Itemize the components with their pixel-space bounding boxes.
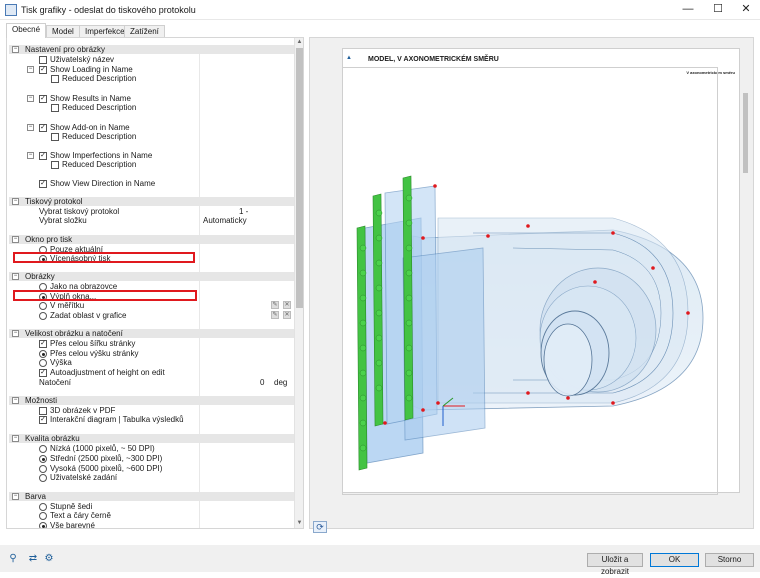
checkbox[interactable]: [39, 56, 47, 64]
checkbox[interactable]: ✓: [39, 340, 47, 348]
row-select-protocol[interactable]: Vybrat tiskový protokol 1 -: [9, 207, 295, 216]
title-bar: Tisk grafiky - odeslat do tiskového prot…: [0, 0, 760, 20]
bottom-bar: ⚲ ⇄ ⚙ Uložit a zobrazit OK Storno: [0, 545, 760, 576]
scroll-up-icon[interactable]: ▲: [295, 38, 303, 47]
tab-obecne[interactable]: Obecné: [6, 23, 47, 38]
row-show-loading: − ✓ Show Loading in Name: [27, 65, 133, 74]
row-reduced-2: Reduced Description: [9, 103, 295, 112]
radio[interactable]: [39, 445, 47, 453]
row-show-view-direction: ✓ Show View Direction in Name: [39, 179, 156, 188]
print-settings-icon[interactable]: ⚙: [42, 552, 56, 565]
preview-scrollbar[interactable]: [742, 63, 749, 508]
row-user-quality[interactable]: Uživatelské zadání: [9, 473, 295, 482]
checkbox[interactable]: ✓: [39, 95, 47, 103]
row-full-height[interactable]: Přes celou výšku stránky: [9, 349, 295, 358]
checkbox[interactable]: ✓: [39, 124, 47, 132]
row-scale[interactable]: V měřítku ✎ ✕: [9, 301, 295, 310]
cancel-button[interactable]: Storno: [705, 553, 754, 567]
maximize-button[interactable]: ☐: [704, 0, 732, 20]
edit-icon[interactable]: ✎: [271, 311, 279, 319]
close-button[interactable]: ✕: [732, 0, 760, 20]
row-height[interactable]: Výška: [9, 358, 295, 367]
section-nastaveni[interactable]: − Nastavení pro obrázky: [9, 45, 295, 54]
checkbox[interactable]: [51, 104, 59, 112]
row-black-lines[interactable]: Text a čáry černě: [9, 511, 295, 520]
row-autoadjust[interactable]: ✓ Autoadjustment of height on edit: [9, 368, 295, 377]
radio[interactable]: [39, 302, 47, 310]
settings-scrollbar[interactable]: ▲ ▼: [294, 38, 303, 528]
row-rotation[interactable]: Natočení 0 deg: [9, 378, 295, 387]
row-low-quality[interactable]: Nízká (1000 pixelů, ~ 50 DPI): [9, 444, 295, 453]
radio[interactable]: [39, 350, 47, 358]
refresh-button[interactable]: ⟳: [313, 521, 327, 533]
checkbox[interactable]: [51, 133, 59, 141]
tab-bar: Obecné Model Imperfekce Zatížení: [0, 22, 760, 38]
row-interaction-diagram[interactable]: ✓ Interakční diagram | Tabulka výsledků: [9, 415, 295, 424]
help-icon[interactable]: ⚲: [6, 552, 20, 565]
radio[interactable]: [39, 474, 47, 482]
model-drawing: [356, 175, 704, 471]
row-select-area[interactable]: Zadat oblast v grafice ✎ ✕: [9, 311, 295, 320]
radio[interactable]: [39, 503, 47, 511]
ok-button[interactable]: OK: [650, 553, 699, 567]
checkbox[interactable]: ✓: [39, 152, 47, 160]
settings-panel: − Nastavení pro obrázky Uživatelský název…: [6, 37, 304, 529]
section-obrazky[interactable]: − Obrázky: [9, 272, 295, 281]
print-preview-page: ▲ MODEL, V AXONOMETRICKÉM SMĚRU V axonom…: [342, 48, 740, 495]
scroll-down-icon[interactable]: ▼: [295, 519, 303, 528]
row-show-addon: − ✓ Show Add-on in Name: [27, 123, 130, 132]
checkbox[interactable]: [51, 161, 59, 169]
row-show-results: − ✓ Show Results in Name: [27, 94, 131, 103]
section-barva[interactable]: − Barva: [9, 492, 295, 501]
row-full-width[interactable]: ✓ Přes celou šířku stránky: [9, 339, 295, 348]
clear-icon[interactable]: ✕: [283, 301, 291, 309]
checkbox[interactable]: ✓: [39, 180, 47, 188]
radio[interactable]: [39, 312, 47, 320]
row-all-color[interactable]: Vše barevné: [9, 521, 295, 528]
preview-title: MODEL, V AXONOMETRICKÉM SMĚRU: [368, 56, 499, 63]
minimize-button[interactable]: —: [674, 0, 702, 20]
edit-icon[interactable]: ✎: [271, 301, 279, 309]
checkbox[interactable]: ✓: [39, 416, 47, 424]
section-velikost[interactable]: − Velikost obrázku a natočení: [9, 329, 295, 338]
radio[interactable]: [39, 512, 47, 520]
radio[interactable]: [39, 465, 47, 473]
highlight-box: [13, 290, 197, 301]
row-select-folder[interactable]: Vybrat složku Automaticky: [9, 216, 295, 225]
radio[interactable]: [39, 359, 47, 367]
model-frame: [342, 67, 718, 495]
highlight-box: [13, 252, 195, 263]
collapse-icon[interactable]: ▲: [346, 55, 352, 61]
radio[interactable]: [39, 522, 47, 528]
section-protokol[interactable]: − Tiskový protokol: [9, 197, 295, 206]
row-high-quality[interactable]: Vysoká (5000 pixelů, ~600 DPI): [9, 464, 295, 473]
section-moznosti[interactable]: − Možnosti: [9, 396, 295, 405]
preview-panel: ▲ MODEL, V AXONOMETRICKÉM SMĚRU V axonom…: [309, 37, 754, 533]
refresh-icon: ⟳: [316, 522, 324, 532]
section-okno[interactable]: − Okno pro tisk: [9, 235, 295, 244]
row-reduced-1: Reduced Description: [9, 74, 295, 83]
window-title: Tisk grafiky - odeslat do tiskového prot…: [21, 5, 196, 15]
row-grayscale[interactable]: Stupně šedi: [9, 502, 295, 511]
row-show-imperfections: − ✓ Show Imperfections in Name: [27, 151, 153, 160]
checkbox[interactable]: [39, 407, 47, 415]
section-kvalita[interactable]: − Kvalita obrázku: [9, 434, 295, 443]
checkbox[interactable]: ✓: [39, 66, 47, 74]
row-reduced-3: Reduced Description: [9, 132, 295, 141]
clear-icon[interactable]: ✕: [283, 311, 291, 319]
radio[interactable]: [39, 455, 47, 463]
row-user-name: Uživatelský název: [9, 55, 295, 64]
row-medium-quality[interactable]: Střední (2500 pixelů, ~300 DPI): [9, 454, 295, 463]
row-reduced-4: Reduced Description: [9, 160, 295, 169]
app-icon: [5, 4, 17, 16]
rotation-value[interactable]: 0: [260, 378, 264, 387]
row-3d-pdf[interactable]: 3D obrázek v PDF: [9, 406, 295, 415]
checkbox[interactable]: [51, 75, 59, 83]
units-icon[interactable]: ⇄: [26, 552, 40, 565]
checkbox[interactable]: ✓: [39, 369, 47, 377]
save-and-show-button[interactable]: Uložit a zobrazit: [587, 553, 643, 576]
